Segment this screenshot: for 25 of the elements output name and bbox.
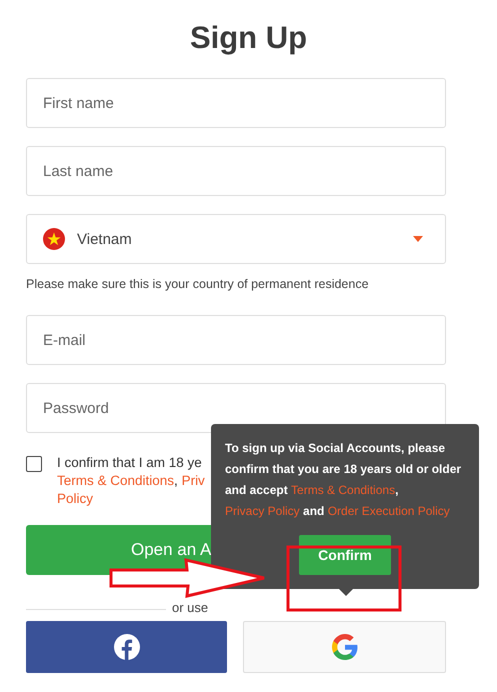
divider-text: or use	[172, 600, 208, 615]
password-field[interactable]: Password	[26, 383, 446, 433]
confirm-button[interactable]: Confirm	[299, 535, 391, 575]
text-field[interactable]: E-mail	[26, 315, 446, 365]
agreement-link[interactable]: Terms & Conditions	[57, 473, 174, 488]
text-field[interactable]: Last name	[26, 146, 446, 196]
page-title: Sign Up	[188, 19, 308, 57]
tooltip-link[interactable]: Privacy Policy	[225, 504, 300, 518]
google-button[interactable]	[243, 621, 446, 673]
google-icon	[332, 634, 358, 660]
facebook-icon	[114, 634, 140, 660]
agreement-text: I confirm that I am 18 ye	[57, 455, 202, 470]
tooltip-link[interactable]: Order Execution Policy	[328, 504, 450, 518]
flag-icon	[43, 228, 65, 250]
text-field[interactable]: First name	[26, 78, 446, 128]
agreement-link[interactable]: Policy	[57, 491, 94, 506]
agreement-link[interactable]: Priv	[182, 473, 205, 488]
caret-icon	[413, 236, 423, 242]
facebook-button[interactable]	[26, 621, 227, 673]
tooltip-text: To sign up via Social Accounts, please confirm that you are 18 years old or older and accept Terms & Conditions, Privacy Policy and Order Execution Policy	[225, 440, 462, 520]
tooltip-link[interactable]: Terms & Conditions	[291, 483, 396, 497]
agreement-text: ,	[174, 473, 179, 488]
age-checkbox[interactable]	[26, 456, 42, 472]
country-dropdown[interactable]: Vietnam	[26, 214, 446, 264]
residence-note: Please make sure this is your country of permanent residence	[26, 276, 370, 293]
